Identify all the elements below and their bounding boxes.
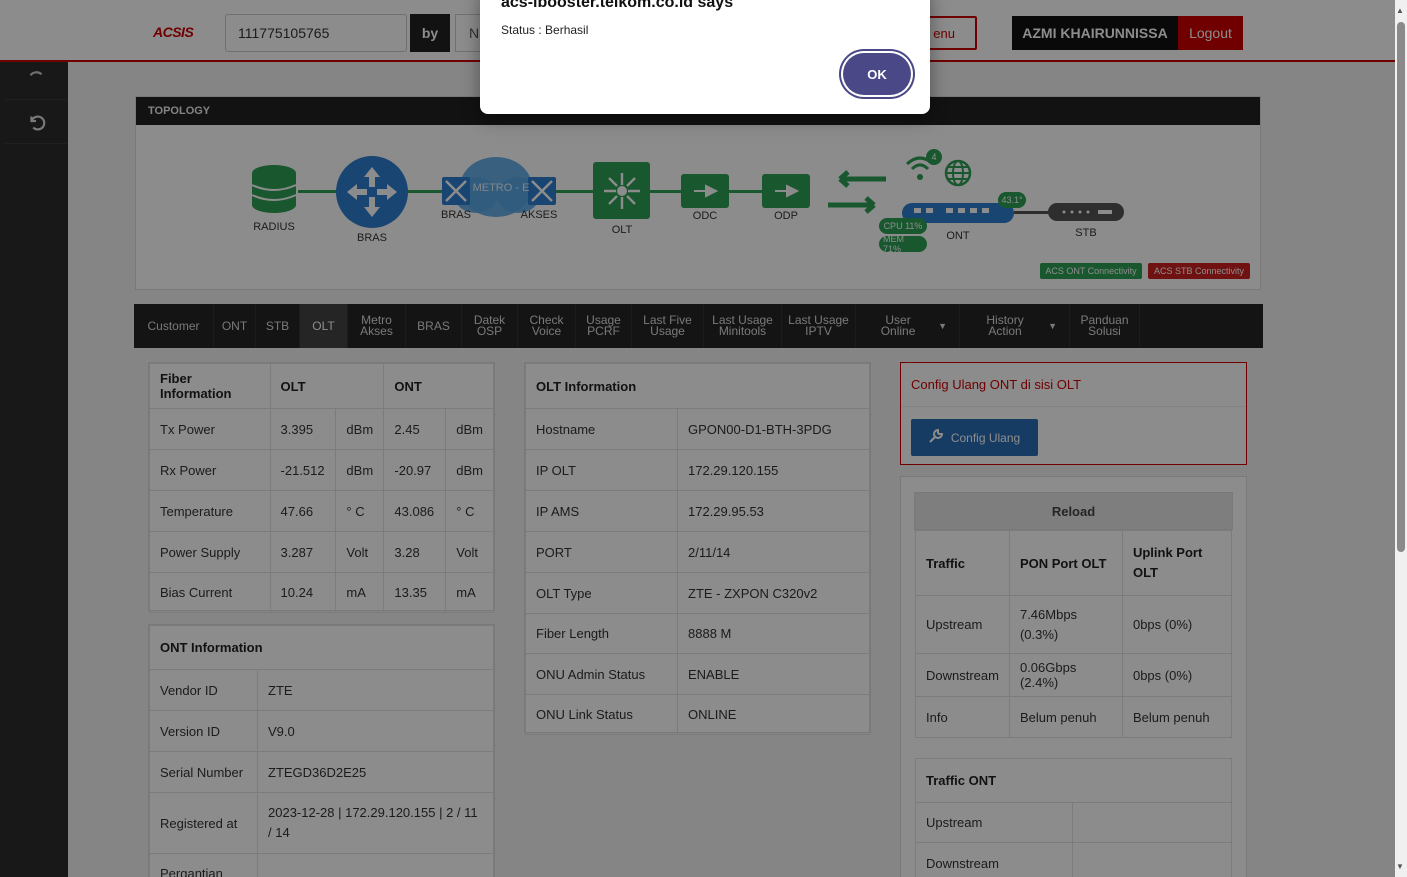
dialog-ok-button[interactable]: OK	[843, 53, 911, 95]
modal-overlay	[0, 0, 1395, 877]
scroll-thumb[interactable]	[1397, 22, 1405, 552]
scroll-up-icon[interactable]: ▲	[1396, 6, 1404, 15]
scroll-down-icon[interactable]: ▼	[1396, 862, 1404, 871]
dialog-title: acs-ibooster.telkom.co.id says	[501, 0, 734, 11]
app: ACSIS by N enu AZMI KHAIRUNNISSA Logout …	[0, 0, 1407, 877]
dialog-message: Status : Berhasil	[501, 23, 589, 37]
page-scrollbar[interactable]: ▲ ▼	[1395, 0, 1407, 877]
